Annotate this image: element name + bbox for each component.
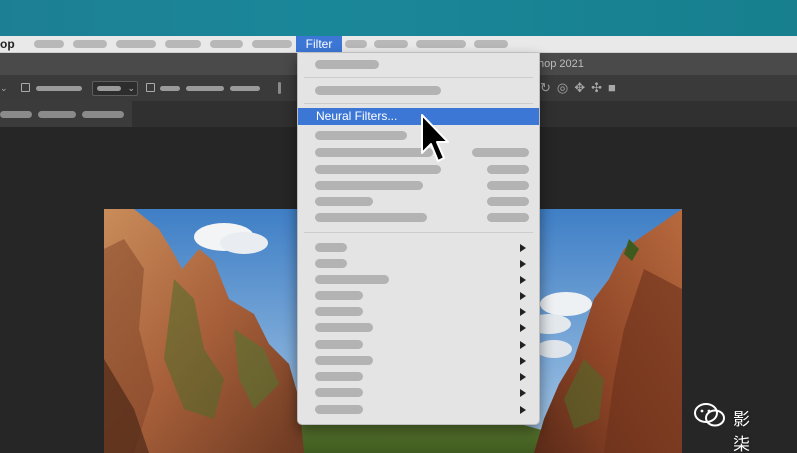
- submenu-arrow-icon: [520, 406, 526, 414]
- menu-item-filter-gallery[interactable]: [315, 131, 407, 140]
- chevron-down-icon[interactable]: ⌄: [0, 75, 8, 101]
- menu-separator: [304, 232, 533, 233]
- filter-menu-dropdown: Neural Filters...: [297, 53, 540, 425]
- menu-item-window[interactable]: [474, 40, 508, 48]
- menu-shortcut: [472, 148, 529, 157]
- document-tab[interactable]: [0, 101, 132, 127]
- tab-label-part: [0, 111, 32, 118]
- menu-item-last-filter[interactable]: [315, 60, 379, 69]
- neural-filters-label: Neural Filters...: [316, 109, 398, 123]
- submenu-item[interactable]: [315, 243, 347, 252]
- menu-item-view[interactable]: [374, 40, 408, 48]
- submenu-arrow-icon: [520, 260, 526, 268]
- option-label-4: [230, 86, 260, 91]
- menu-item-camera-raw-filter[interactable]: [315, 165, 441, 174]
- watermark-text: 影柒: [733, 410, 750, 453]
- menu-bar: op Filter: [0, 36, 797, 53]
- menu-item-filter[interactable]: Filter: [296, 36, 342, 52]
- submenu-arrow-icon: [520, 276, 526, 284]
- submenu-arrow-icon: [520, 389, 526, 397]
- menu-item-liquify[interactable]: [315, 197, 373, 206]
- submenu-item[interactable]: [315, 291, 363, 300]
- submenu-arrow-icon: [520, 244, 526, 252]
- menu-shortcut: [487, 181, 529, 190]
- submenu-item[interactable]: [315, 323, 373, 332]
- submenu-item[interactable]: [315, 259, 347, 268]
- chevron-down-icon: ⌄: [127, 83, 135, 93]
- wechat-logo-icon: [694, 403, 725, 427]
- menu-item-file[interactable]: [34, 40, 64, 48]
- submenu-item[interactable]: [315, 356, 373, 365]
- menu-item-select[interactable]: [252, 40, 292, 48]
- menu-item-layer[interactable]: [165, 40, 201, 48]
- submenu-arrow-icon: [520, 341, 526, 349]
- menu-item-lens-correction[interactable]: [315, 181, 423, 190]
- menu-item-vanishing-point[interactable]: [315, 213, 427, 222]
- option-label-3: [186, 86, 224, 91]
- app-menu-label[interactable]: op: [0, 36, 15, 52]
- watermark: 影柒: [693, 401, 750, 453]
- screen: op Filter hop 2021 ⌄ ⌄ ↻◎✥✣■ Neural Filt…: [0, 0, 797, 453]
- menu-shortcut: [487, 197, 529, 206]
- submenu-item[interactable]: [315, 405, 363, 414]
- submenu-arrow-icon: [520, 324, 526, 332]
- menu-separator: [304, 77, 533, 78]
- menu-item-adaptive-wide-angle[interactable]: [315, 148, 433, 157]
- submenu-arrow-icon: [520, 357, 526, 365]
- menu-item-image[interactable]: [116, 40, 156, 48]
- 3d-mode-icons[interactable]: ↻◎✥✣■: [540, 75, 622, 101]
- submenu-arrow-icon: [520, 373, 526, 381]
- menu-separator: [304, 103, 533, 104]
- option-checkbox-1[interactable]: [21, 83, 30, 92]
- align-icon[interactable]: [278, 82, 281, 94]
- menu-item-plugins[interactable]: [416, 40, 466, 48]
- window-title: hop 2021: [538, 58, 584, 70]
- submenu-item[interactable]: [315, 307, 363, 316]
- option-dropdown-value: [97, 86, 121, 91]
- submenu-item[interactable]: [315, 372, 363, 381]
- menu-item-convert-smart-filters[interactable]: [315, 86, 441, 95]
- tab-label-part: [38, 111, 76, 118]
- option-dropdown[interactable]: ⌄: [92, 81, 138, 96]
- submenu-item[interactable]: [315, 275, 389, 284]
- tab-label-part: [82, 111, 124, 118]
- mouse-pointer-icon: [421, 114, 449, 162]
- menu-item-neural-filters[interactable]: Neural Filters...: [298, 108, 539, 125]
- submenu-item[interactable]: [315, 340, 363, 349]
- menu-shortcut: [487, 165, 529, 174]
- option-label-2: [160, 86, 180, 91]
- desktop-wallpaper: [0, 0, 797, 36]
- menu-item-3d[interactable]: [345, 40, 367, 48]
- menu-item-edit[interactable]: [73, 40, 107, 48]
- submenu-item[interactable]: [315, 388, 363, 397]
- menu-item-type[interactable]: [210, 40, 243, 48]
- option-checkbox-2[interactable]: [146, 83, 155, 92]
- menu-shortcut: [487, 213, 529, 222]
- option-label-1: [36, 86, 82, 91]
- submenu-arrow-icon: [520, 292, 526, 300]
- submenu-arrow-icon: [520, 308, 526, 316]
